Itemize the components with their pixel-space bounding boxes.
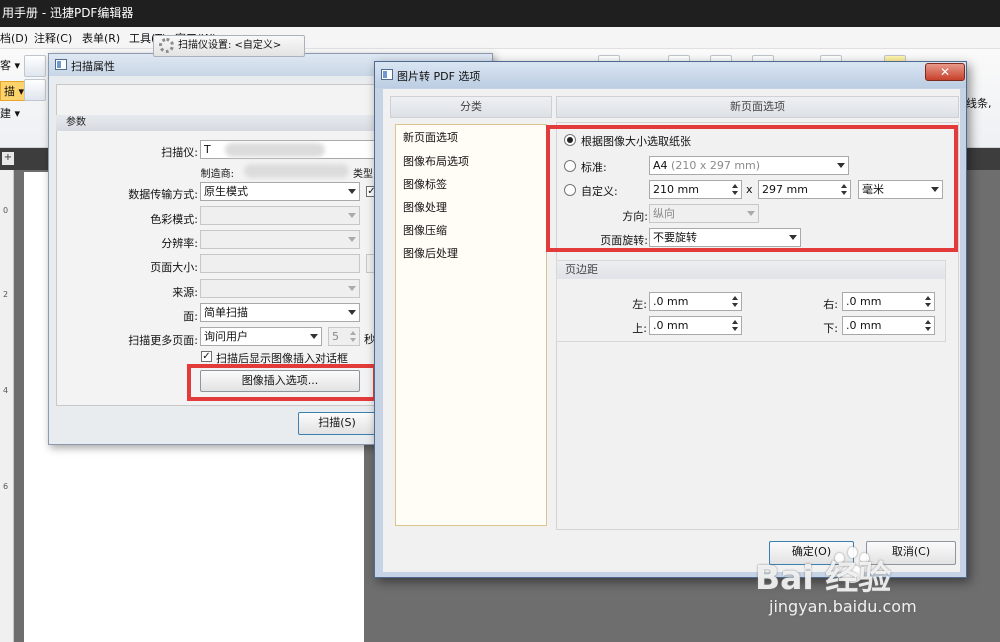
dialog-title: 图片转 PDF 选项 (397, 70, 481, 83)
category-item-label[interactable]: 图像标签 (403, 176, 447, 192)
chevron-down-icon (348, 310, 356, 315)
baidu-watermark: Bai 经验 jingyan.baidu.com (755, 545, 955, 625)
show-insert-dialog-checkbox[interactable]: ✓ (201, 351, 212, 362)
margin-bottom-value: .0 mm (846, 319, 882, 332)
maker-label: 制造商: (200, 169, 234, 180)
app-title: 用手册 - 迅捷PDF编辑器 (2, 6, 134, 20)
margin-right-label: 右: (823, 298, 838, 311)
spin-down-icon[interactable] (925, 327, 931, 331)
ribbon-create-button[interactable]: 建 ▾ (0, 105, 20, 121)
color-mode-select[interactable] (200, 206, 360, 225)
redacted-text (225, 143, 325, 157)
color-mode-label: 色彩模式: (150, 213, 198, 226)
watermark-brand: Bai 经验 (755, 558, 892, 597)
close-button[interactable]: ✕ (925, 63, 965, 81)
window-icon (381, 69, 393, 80)
chevron-down-icon (348, 213, 356, 218)
margin-left-spinner[interactable]: .0 mm (649, 292, 742, 311)
category-list: 新页面选项 图像布局选项 图像标签 图像处理 图像压缩 图像后处理 (395, 124, 547, 526)
watermark-url: jingyan.baidu.com (769, 597, 917, 616)
spin-up-icon[interactable] (350, 331, 356, 335)
menu-document[interactable]: 档(D) (0, 30, 28, 46)
category-item-new-page[interactable]: 新页面选项 (403, 129, 458, 145)
menu-bar: 档(D) 注释(C) 表单(R) 工具(T) 窗口(W) (0, 27, 1000, 49)
scanner-value: T (204, 143, 211, 156)
chevron-down-icon (348, 237, 356, 242)
margin-right-spinner[interactable]: .0 mm (842, 292, 935, 311)
margin-top-value: .0 mm (653, 319, 689, 332)
ruler-mark: 2 (3, 290, 9, 299)
seconds-value: 5 (332, 330, 339, 343)
spin-up-icon[interactable] (925, 320, 931, 324)
resolution-label: 分辨率: (161, 237, 198, 250)
transfer-mode-label: 数据传输方式: (128, 188, 198, 201)
redo-icon[interactable] (24, 79, 46, 101)
panel-header: 新页面选项 (556, 96, 959, 118)
menu-form[interactable]: 表单(R) (82, 30, 120, 46)
category-item-compression[interactable]: 图像压缩 (403, 222, 447, 238)
seconds-spinner[interactable]: 5 (328, 327, 360, 346)
app-title-bar: 用手册 - 迅捷PDF编辑器 (0, 0, 1000, 27)
scanner-label: 扫描仪: (161, 146, 198, 159)
more-pages-select[interactable]: 询问用户 (200, 327, 322, 346)
params-group-label: 参数 (66, 117, 86, 128)
spin-down-icon[interactable] (925, 303, 931, 307)
undo-icon[interactable] (24, 55, 46, 77)
ribbon-customer-button[interactable]: 客 ▾ (0, 57, 20, 73)
resolution-select[interactable] (200, 230, 360, 249)
transfer-mode-select[interactable]: 原生模式 (200, 182, 360, 201)
highlight-box (546, 125, 958, 252)
category-header: 分类 (390, 96, 552, 118)
margins-header: 页边距 (557, 261, 945, 279)
margin-left-label: 左: (632, 298, 647, 311)
chevron-down-icon (348, 286, 356, 291)
margin-left-value: .0 mm (653, 295, 689, 308)
source-select[interactable] (200, 279, 360, 298)
page-size-select[interactable] (200, 254, 360, 273)
gear-icon (159, 38, 174, 53)
scanner-settings-button[interactable]: 扫描仪设置: <自定义> (153, 35, 305, 57)
margin-top-label: 上: (632, 322, 647, 335)
ruler-mark: 4 (3, 386, 9, 395)
spin-down-icon[interactable] (350, 338, 356, 342)
margin-bottom-spinner[interactable]: .0 mm (842, 316, 935, 335)
scan-button[interactable]: 扫描(S) (298, 412, 376, 435)
add-tab-icon[interactable]: + (2, 152, 14, 165)
ruler-mark: 6 (3, 482, 9, 491)
chevron-down-icon (310, 334, 318, 339)
category-item-processing[interactable]: 图像处理 (403, 199, 447, 215)
redacted-text (244, 164, 349, 178)
dialog-title-bar: 图片转 PDF 选项 ✕ (375, 62, 966, 88)
category-item-post-processing[interactable]: 图像后处理 (403, 245, 458, 261)
chevron-down-icon (348, 189, 356, 194)
category-item-layout[interactable]: 图像布局选项 (403, 153, 469, 169)
scanner-settings-label: 扫描仪设置: <自定义> (178, 40, 282, 51)
margin-top-spinner[interactable]: .0 mm (649, 316, 742, 335)
more-pages-label: 扫描更多页面: (128, 334, 198, 347)
highlight-box (187, 364, 377, 401)
more-pages-value: 询问用户 (204, 330, 248, 343)
transfer-mode-value: 原生模式 (204, 185, 248, 198)
spin-up-icon[interactable] (732, 296, 738, 300)
page-size-label: 页面大小: (150, 261, 198, 274)
side-value: 简单扫描 (204, 306, 248, 319)
window-icon (55, 59, 67, 70)
menu-comment[interactable]: 注释(C) (34, 30, 72, 46)
side-select[interactable]: 简单扫描 (200, 303, 360, 322)
spin-up-icon[interactable] (732, 320, 738, 324)
vertical-ruler: 0 2 4 6 (0, 170, 14, 642)
spin-up-icon[interactable] (925, 296, 931, 300)
dialog-title: 扫描属性 (71, 60, 115, 73)
margin-bottom-label: 下: (823, 322, 838, 335)
spin-down-icon[interactable] (732, 327, 738, 331)
ruler-mark: 0 (3, 206, 9, 215)
margin-right-value: .0 mm (846, 295, 882, 308)
side-label: 面: (183, 310, 198, 323)
source-label: 来源: (172, 286, 198, 299)
spin-down-icon[interactable] (732, 303, 738, 307)
ribbon-line-label: 线条, (966, 97, 992, 110)
type-label: 类型: (353, 169, 377, 180)
params-group-header: 参数 (56, 115, 376, 131)
